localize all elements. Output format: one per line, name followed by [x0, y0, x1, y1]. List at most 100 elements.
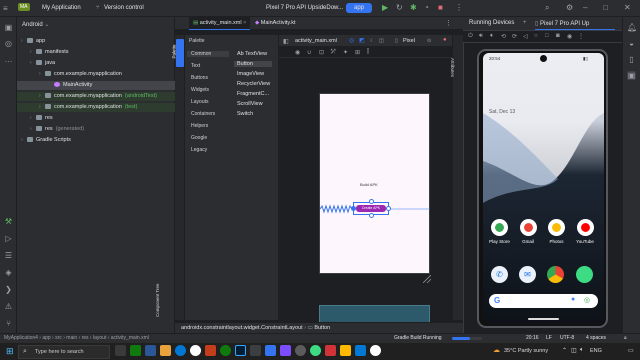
- tree-item[interactable]: › res: [17, 114, 175, 123]
- photos-icon[interactable]: [548, 219, 565, 236]
- volume-down-icon[interactable]: 🔉︎: [490, 33, 494, 40]
- volume-icon[interactable]: 🔈︎: [580, 347, 584, 354]
- chrome-app-icon[interactable]: [547, 266, 564, 283]
- palette-item[interactable]: ScrollView: [237, 101, 263, 107]
- emulator-more-icon[interactable]: ⋮: [578, 33, 584, 40]
- taskbar-app-icon[interactable]: [145, 345, 156, 356]
- tab-activity-main[interactable]: ▤ activity_main.xml ×: [189, 17, 251, 30]
- infer-constraints-icon[interactable]: ✦: [343, 49, 348, 56]
- palette-item[interactable]: FragmentC...: [237, 91, 269, 97]
- home-icon[interactable]: ○: [534, 33, 538, 39]
- running-devices-title[interactable]: Running Devices: [469, 20, 514, 26]
- mic-icon[interactable]: ●: [571, 296, 575, 303]
- gmail-icon[interactable]: [519, 219, 537, 236]
- debug-icon[interactable]: ✱: [410, 3, 417, 12]
- tree-item[interactable]: › app: [17, 37, 175, 46]
- notifications-icon[interactable]: 🔔︎: [627, 23, 637, 32]
- android-studio-taskbar-icon[interactable]: [250, 345, 261, 356]
- breadcrumb-layout[interactable]: androidx.constraintlayout.widget.Constra…: [181, 325, 303, 331]
- weather-icon[interactable]: ☁: [493, 346, 500, 354]
- tab-options-icon[interactable]: ⋮: [445, 19, 452, 27]
- play-store-icon[interactable]: [491, 219, 508, 236]
- profile-icon[interactable]: ◔: [424, 3, 429, 12]
- gradle-icon[interactable]: ◒: [627, 39, 636, 48]
- path-segment[interactable]: src: [55, 335, 62, 341]
- minimize-icon[interactable]: –: [583, 3, 587, 12]
- path-segment[interactable]: activity_main.xml: [111, 335, 149, 341]
- youtube-icon[interactable]: [576, 219, 594, 236]
- taskbar-app-icon[interactable]: [280, 345, 291, 356]
- build-tool-icon[interactable]: ⚒: [4, 217, 13, 226]
- path-segment[interactable]: layout: [93, 335, 106, 341]
- palette-category[interactable]: Legacy: [191, 147, 207, 153]
- power-icon[interactable]: ⏻: [468, 33, 473, 40]
- app-quality-icon[interactable]: ◈: [4, 268, 13, 277]
- tree-item[interactable]: › com.example.myapplication: [17, 70, 175, 79]
- taskbar-app-icon[interactable]: [295, 345, 306, 356]
- vcs-menu[interactable]: Version control: [104, 5, 144, 11]
- taskbar-app-icon[interactable]: [310, 345, 321, 356]
- clear-constraints-icon[interactable]: ⤱: [331, 49, 336, 56]
- palette-category[interactable]: Widgets: [191, 87, 209, 93]
- taskbar-app-icon[interactable]: [265, 345, 276, 356]
- back-icon[interactable]: ◁: [523, 33, 528, 40]
- tree-item[interactable]: MainActivity: [17, 81, 175, 90]
- palette-category[interactable]: Common: [187, 51, 229, 57]
- menu-icon[interactable]: ≡: [3, 4, 8, 13]
- taskbar-search[interactable]: ⌕ Type here to search: [18, 345, 110, 359]
- taskbar-app-icon[interactable]: [220, 345, 231, 356]
- device-icon[interactable]: ▯: [395, 38, 398, 44]
- emulator-screen[interactable]: 20:54 ▮▯ Sat, Dec 13 Play Store Gmail Phot…: [483, 53, 604, 324]
- tray-chevron-icon[interactable]: ⌃: [562, 347, 567, 354]
- taskbar-app-icon[interactable]: [340, 345, 351, 356]
- stop-icon[interactable]: ■: [438, 3, 443, 12]
- error-icon[interactable]: ●: [443, 37, 447, 43]
- gesture-bar[interactable]: [528, 318, 559, 320]
- margin-icon[interactable]: ⊡: [319, 49, 324, 56]
- align-icon[interactable]: ⫿: [367, 49, 369, 56]
- path-segment[interactable]: MyApplication4: [4, 335, 38, 341]
- weather-text[interactable]: 35°C Partly sunny: [504, 348, 548, 354]
- refresh-icon[interactable]: ↻: [396, 3, 403, 12]
- taskbar-app-icon[interactable]: [370, 345, 381, 356]
- device-selector[interactable]: Pixel 7 Pro API UpsideDow...: [266, 5, 343, 11]
- overview-icon[interactable]: □: [545, 33, 549, 39]
- palette-category[interactable]: Containers: [191, 111, 215, 117]
- taskbar-app-icon[interactable]: [325, 345, 336, 356]
- lens-icon[interactable]: ◎: [584, 296, 590, 304]
- taskbar-app-icon[interactable]: [355, 345, 366, 356]
- palette-item[interactable]: Button: [234, 61, 272, 67]
- palette-item[interactable]: ImageView: [237, 71, 264, 77]
- record-icon[interactable]: ◉: [567, 33, 572, 40]
- project-name[interactable]: My Application: [42, 5, 81, 11]
- run-icon[interactable]: ▶: [382, 3, 388, 12]
- attributes-label[interactable]: Attributes: [450, 58, 455, 77]
- tree-item[interactable]: › Gradle Scripts: [17, 136, 175, 145]
- constraint-handle-top[interactable]: [369, 199, 374, 204]
- palette-category[interactable]: Helpers: [191, 123, 208, 129]
- task-view-icon[interactable]: [115, 345, 126, 356]
- palette-item[interactable]: RecyclerView: [237, 81, 270, 87]
- google-search-bar[interactable]: G ● ◎: [489, 294, 598, 308]
- file-explorer-icon[interactable]: [160, 345, 171, 356]
- api-icon[interactable]: ◫: [379, 38, 384, 44]
- terminal-tool-icon[interactable]: ❯: [4, 285, 13, 294]
- tree-item[interactable]: › res (generated): [17, 125, 175, 134]
- maximize-icon[interactable]: □: [603, 3, 608, 12]
- volume-up-icon[interactable]: 🔊︎: [479, 33, 483, 40]
- notification-center-icon[interactable]: ▭: [628, 347, 634, 354]
- palette-item[interactable]: Switch: [237, 111, 253, 117]
- rotate-right-icon[interactable]: ⟳: [512, 33, 517, 40]
- palette-category[interactable]: Buttons: [191, 75, 208, 81]
- path-segment[interactable]: res: [82, 335, 89, 341]
- settings-icon[interactable]: ⚙: [566, 3, 573, 12]
- path-segment[interactable]: main: [66, 335, 77, 341]
- design-mode-icon[interactable]: ◧: [283, 38, 289, 45]
- preview-button[interactable]: Create APK: [356, 205, 386, 212]
- palette-item[interactable]: Ab TextView: [237, 51, 267, 57]
- close-tab-icon[interactable]: ×: [243, 20, 246, 26]
- breadcrumb-button[interactable]: Button: [314, 325, 330, 331]
- more-tools-icon[interactable]: …: [4, 55, 13, 64]
- problems-tool-icon[interactable]: ⚠: [4, 302, 13, 311]
- phone-app-icon[interactable]: ✆: [491, 266, 508, 283]
